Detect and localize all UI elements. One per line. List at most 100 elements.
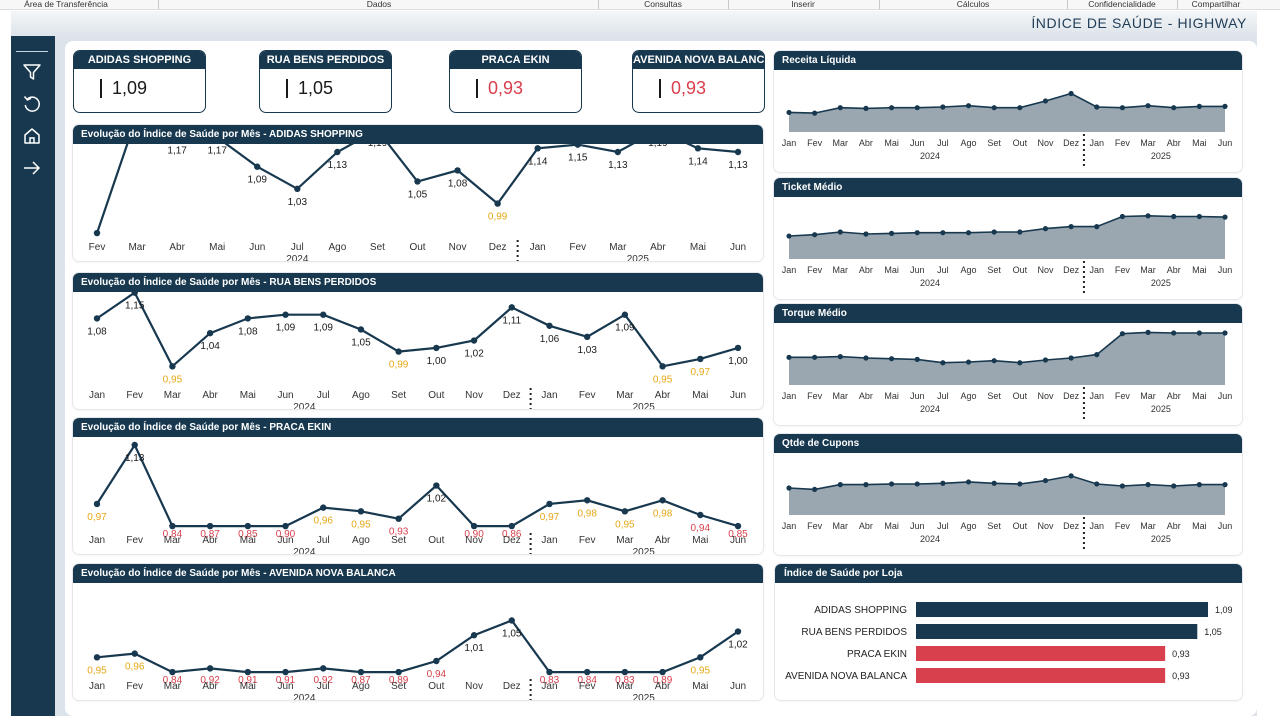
data-label: 0,99 [488,212,508,223]
bar-chart-indice-por-loja[interactable]: Índice de Saúde por Loja ADIDAS SHOPPING… [775,564,1242,700]
data-point [812,486,818,492]
x-tick-label: Fev [1115,391,1131,401]
x-tick-label: Mai [240,681,256,692]
area-chart-torque-medio[interactable]: Torque Médio Jan Fev Mar Abr Mai Jun Jul Ago Set… [774,304,1242,425]
ribbon-queries[interactable]: Consultas [644,0,682,9]
data-point [614,148,622,156]
x-tick-label: Set [391,390,406,401]
data-point [414,178,421,185]
data-label: 0,97 [87,512,107,523]
data-label: 0,95 [163,374,183,385]
x-tick-label: Jun [730,242,746,253]
x-tick-label: Dez [1063,391,1080,401]
bar-value-label: 1,09 [1215,605,1233,615]
kpi-card-praca-ekin[interactable]: PRACA EKIN 0,93 [449,50,582,113]
kpi-card-rua-bens-perdidos[interactable]: RUA BENS PERDIDOS 1,05 [259,50,392,113]
x-tick-label: Jun [910,391,925,401]
kpi-card-avenida-nova-balanca[interactable]: AVENIDA NOVA BALANCA 0,93 [632,50,765,113]
area-chart-ticket-medio[interactable]: Ticket Médio Jan Fev Mar Abr Mai Jun Jul Ago Set… [774,178,1242,299]
data-label: 0,99 [389,360,409,371]
x-tick-label: Set [987,521,1001,531]
data-label: 1,13 [728,160,748,171]
chart-title: Evolução do Índice de Saúde por Mês - PR… [73,418,763,437]
x-tick-label: Jul [317,535,330,546]
bar-category-label: AVENIDA NOVA BALANCA [785,671,907,682]
data-point [734,628,742,635]
ribbon-data[interactable]: Dados [367,0,392,9]
x-tick-label: Dez [1063,521,1080,531]
data-point [621,508,629,515]
data-label: 1,05 [502,628,522,639]
data-point [508,617,515,624]
x-tick-label: Out [428,681,444,692]
x-tick-label: Jan [1090,138,1105,148]
reset-icon[interactable] [22,94,42,114]
kpi-value: 1,09 [100,79,147,98]
ribbon-share[interactable]: Compartilhar [1192,0,1241,9]
ribbon-sensitivity[interactable]: Confidencialidade [1088,0,1156,9]
data-point [93,229,101,237]
line-chart-praca-ekin[interactable]: Evolução do Índice de Saúde por Mês - PR… [73,418,763,554]
data-label: 0,94 [427,669,447,680]
data-point [583,497,591,504]
data-label: 1,08 [448,178,468,189]
ribbon-insert[interactable]: Inserir [791,0,815,9]
data-label: 1,13 [125,453,145,464]
x-tick-label: Fev [126,535,143,546]
x-tick-label: Abr [859,391,873,401]
data-point [1042,98,1049,104]
bar-category-label: PRACA EKIN [847,649,907,660]
x-tick-label: Dez [1063,138,1080,148]
filter-icon[interactable] [22,62,42,82]
report-header: ÍNDICE DE SAÚDE - HIGHWAY [11,11,1257,36]
x-tick-label: Abr [1167,265,1181,275]
data-point [534,145,541,152]
x-tick-label: Fev [579,681,596,692]
data-point [1119,483,1126,489]
x-tick-label: Mar [1140,138,1156,148]
area-chart-qtde-de-cupons[interactable]: Qtde de Cupons Jan Fev Mar Abr Mai Jun Jul Ago S… [774,434,1242,555]
x-tick-label: Mai [884,138,899,148]
arrow-right-icon[interactable] [22,158,42,178]
bar [916,668,1166,683]
line-chart-avenida-nova-balanca[interactable]: Evolução do Índice de Saúde por Mês - AV… [73,564,763,700]
page-title: ÍNDICE DE SAÚDE - HIGHWAY [1031,15,1247,31]
data-point [888,105,895,111]
data-label: 1,00 [728,356,748,367]
x-tick-label: Jul [291,242,304,253]
x-tick-label: Jan [782,138,797,148]
line-chart-adidas-shopping[interactable]: Evolução do Índice de Saúde por Mês - AD… [73,125,763,261]
area-chart-receita-liquida[interactable]: Receita Líquida Jan Fev Mar Abr Mai Jun Jul Ago… [774,51,1242,172]
x-tick-label: Ago [961,391,977,401]
x-tick-label: Fev [89,242,106,253]
x-tick-label: Mai [1192,265,1207,275]
data-label: 0,94 [691,523,711,534]
x-tick-label: Out [409,242,425,253]
data-label: 1,02 [427,494,447,505]
data-label: 0,95 [653,374,673,385]
data-point [697,654,704,661]
line-chart-rua-bens-perdidos[interactable]: Evolução do Índice de Saúde por Mês - RU… [73,273,763,409]
chart-svg: Fev1,37Mar1,17Abr1,17Mai1,09Jun1,03Jul1,… [89,144,748,261]
x-tick-label: Set [987,265,1001,275]
kpi-title: AVENIDA NOVA BALANCA [633,51,764,69]
kpi-card-adidas-shopping[interactable]: ADIDAS SHOPPING 1,09 [73,50,206,113]
x-tick-label: Mai [240,390,256,401]
ribbon-calculations[interactable]: Cálculos [957,0,990,9]
chart-title: Receita Líquida [774,51,1242,70]
home-icon[interactable] [22,126,42,146]
x-tick-label: Jun [277,390,293,401]
x-tick-label: Dez [503,390,521,401]
chart-svg: ADIDAS SHOPPING 1,09 RUA BENS PERDIDOS 1,05… [785,602,1233,683]
data-point [940,104,946,110]
chart-svg: Jan Fev Mar Abr Mai Jun Jul Ago Set Out Nov Dez Jan F… [782,213,1232,293]
data-point [914,356,920,362]
bar [916,646,1166,661]
x-tick-label: Mar [1140,391,1156,401]
data-point [697,511,704,519]
ribbon-clipboard[interactable]: Área de Transferência [24,0,108,9]
data-label: 1,13 [328,160,348,171]
data-point [357,508,365,515]
x-tick-label: Abr [202,390,218,401]
x-tick-label: Dez [503,681,521,692]
